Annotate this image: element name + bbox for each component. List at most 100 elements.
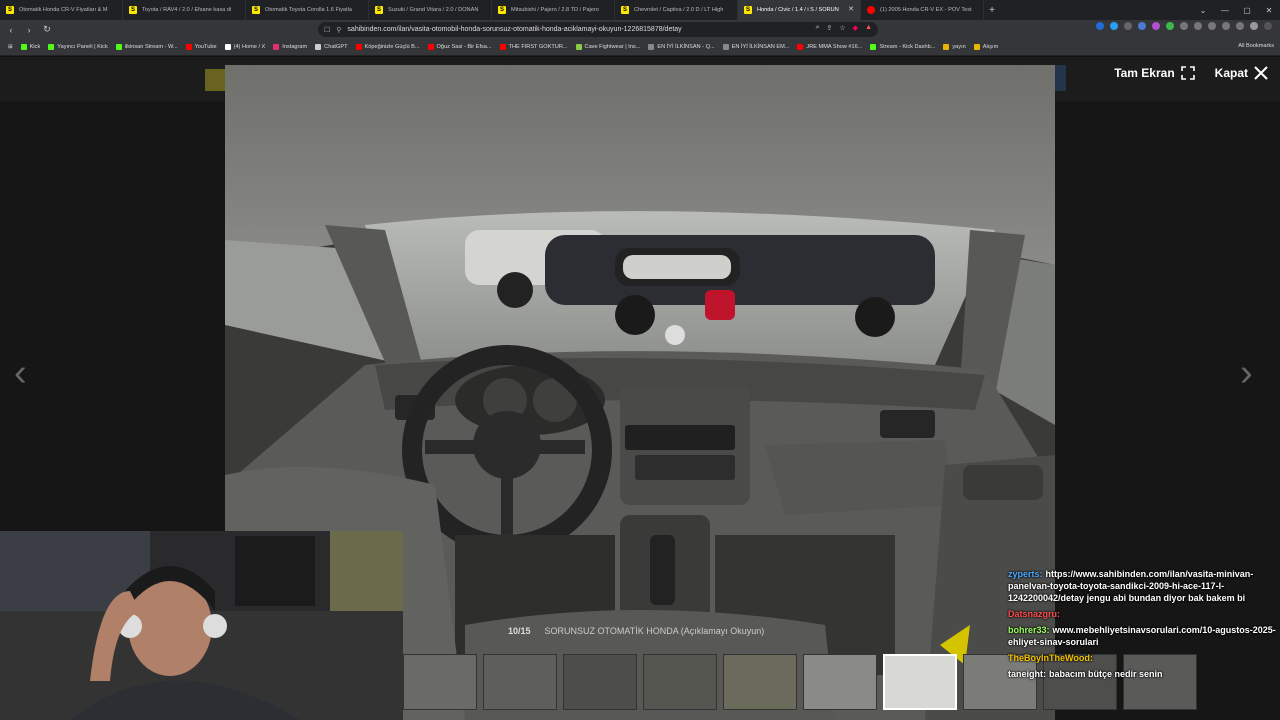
browser-tab[interactable]: S Honda / Civic / 1.4 / i S / SORUN ✕: [738, 0, 861, 20]
back-button[interactable]: ‹: [4, 25, 18, 35]
close-tab-icon[interactable]: ✕: [848, 5, 854, 13]
browser-tab[interactable]: S Suzuki / Grand Vitara / 2.0 / DONAN: [369, 0, 492, 20]
photo-thumbnail[interactable]: [563, 654, 637, 710]
close-icon: [1254, 66, 1268, 80]
sahibinden-icon: S: [498, 6, 506, 14]
fullscreen-label: Tam Ekran: [1114, 66, 1175, 80]
address-bar[interactable]: ☐ ⚲ sahibinden.com/ilan/vasita-otomobil-…: [318, 22, 878, 37]
browser-tab[interactable]: S Otomatik Honda CR-V Fiyatları & M: [0, 0, 123, 20]
bookmark-label: Oğuz Sasi - Bir Efsa...: [436, 44, 492, 50]
extension-icon[interactable]: [1208, 22, 1216, 30]
bookmark-icon: [722, 44, 729, 50]
zoom-icon[interactable]: ⌕: [816, 24, 820, 32]
photo-thumbnail[interactable]: [723, 654, 797, 710]
bookmark-icon: [973, 44, 980, 50]
bookmark-item[interactable]: Oğuz Sasi - Bir Efsa...: [427, 44, 492, 50]
bookmark-item[interactable]: EN İYİ İLKİNSAN - Q...: [648, 44, 715, 50]
tab-title: Chevrolet / Captiva / 2.0 D / LT High: [634, 7, 724, 13]
alert-icon[interactable]: ▲: [865, 24, 872, 32]
bookmark-icon: [315, 44, 322, 50]
menu-icon[interactable]: [1264, 22, 1272, 30]
extension-icon[interactable]: [1110, 22, 1118, 30]
bookmark-icon: [20, 44, 27, 50]
close-lightbox-button[interactable]: Kapat: [1215, 66, 1268, 80]
sahibinden-icon: S: [252, 6, 260, 14]
all-bookmarks-button[interactable]: All Bookmarks: [1238, 43, 1274, 49]
bookmark-item[interactable]: yayın: [943, 44, 966, 50]
share-icon[interactable]: ⇪: [827, 24, 833, 32]
brave-shield-icon[interactable]: ◆: [853, 24, 858, 32]
forward-button[interactable]: ›: [22, 25, 36, 35]
chat-message: bohrer33: www.mebehliyetsinavsorulari.com…: [1005, 622, 1280, 650]
bookmark-item[interactable]: ChatGPT: [315, 44, 348, 50]
photo-thumbnail[interactable]: [803, 654, 877, 710]
url-text: sahibinden.com/ilan/vasita-otomobil-hond…: [347, 26, 682, 33]
window-controls: ⌄ — ▢ ✕: [1192, 0, 1280, 20]
browser-tab[interactable]: S Otomatik Toyota Corolla 1.6 Fiyatla: [246, 0, 369, 20]
sahibinden-icon: S: [621, 6, 629, 14]
bookmark-star-icon[interactable]: ☐: [324, 26, 330, 34]
star-icon[interactable]: ☆: [839, 24, 845, 32]
browser-tab[interactable]: S Chevrolet / Captiva / 2.0 D / LT High: [615, 0, 738, 20]
chat-username: bohrer33:: [1008, 625, 1050, 635]
profile-avatar[interactable]: [1250, 22, 1258, 30]
extension-icon[interactable]: [1152, 22, 1160, 30]
stream-chat: zyperts: https://www.sahibinden.com/ilan/…: [1005, 566, 1280, 682]
tab-search-icon[interactable]: ⌄: [1192, 0, 1214, 20]
extension-icon[interactable]: [1138, 22, 1146, 30]
bookmark-icon: [575, 44, 582, 50]
chat-username: taneight:: [1008, 669, 1046, 679]
photo-thumbnail[interactable]: [643, 654, 717, 710]
photo-thumbnail[interactable]: [883, 654, 957, 710]
browser-tab[interactable]: S Toyota / RAV4 / 2.0 / Efsane kasa di: [123, 0, 246, 20]
tab-strip: S Otomatik Honda CR-V Fiyatları & M S Toyot…: [0, 0, 1280, 20]
bookmark-item[interactable]: Köpeğinizle Güçlü B...: [355, 44, 420, 50]
close-window-button[interactable]: ✕: [1258, 0, 1280, 20]
bookmark-item[interactable]: Alışım: [973, 44, 998, 50]
streamer-webcam: [0, 531, 403, 720]
new-tab-button[interactable]: +: [984, 5, 1000, 16]
minimize-button[interactable]: —: [1214, 0, 1236, 20]
sahibinden-icon: S: [6, 6, 14, 14]
bookmark-item[interactable]: (4) Home / X: [224, 44, 265, 50]
next-photo-arrow[interactable]: ›: [1240, 352, 1253, 395]
fullscreen-button[interactable]: Tam Ekran: [1114, 66, 1195, 80]
browser-tab[interactable]: S Mitsubishi / Pajero / 2.8 TD / Pajero: [492, 0, 615, 20]
photo-thumbnail[interactable]: [403, 654, 477, 710]
bookmark-item[interactable]: Yayıncı Paneli | Kick: [48, 44, 108, 50]
bookmark-item[interactable]: Instagram: [273, 44, 307, 50]
bookmark-item[interactable]: Cave Fightwear | Ins...: [575, 44, 640, 50]
webcam-image: [0, 531, 403, 720]
bookmark-item[interactable]: JRE MMA Show #16...: [797, 44, 862, 50]
bookmark-icon: [355, 44, 362, 50]
extension-icon[interactable]: [1180, 22, 1188, 30]
bookmark-icon: [185, 44, 192, 50]
extension-icon[interactable]: [1124, 22, 1132, 30]
site-info-icon[interactable]: ⚲: [336, 26, 341, 34]
maximize-button[interactable]: ▢: [1236, 0, 1258, 20]
bookmark-icon: [648, 44, 655, 50]
bookmark-item[interactable]: EN İYİ İLKİNSAN EM...: [722, 44, 789, 50]
previous-photo-arrow[interactable]: ‹: [14, 352, 27, 395]
reload-button[interactable]: ↻: [40, 24, 54, 35]
photo-thumbnail[interactable]: [483, 654, 557, 710]
extension-icon[interactable]: [1096, 22, 1104, 30]
bookmark-icon: [870, 44, 877, 50]
bookmark-item[interactable]: ilkinsan Stream - W...: [115, 44, 178, 50]
bookmark-icon: [797, 44, 804, 50]
bookmark-item[interactable]: Stream - Kick Dashb...: [870, 44, 935, 50]
bookmark-item[interactable]: THE FIRST GOKTUR...: [499, 44, 568, 50]
photo-counter: 10/15: [508, 626, 531, 636]
tab-title: Otomatik Honda CR-V Fiyatları & M: [19, 7, 108, 13]
lightbox-controls: Tam Ekran Kapat: [1114, 66, 1268, 80]
extension-icon[interactable]: [1236, 22, 1244, 30]
extension-icon[interactable]: [1166, 22, 1174, 30]
close-label: Kapat: [1214, 66, 1248, 80]
bookmark-item[interactable]: YouTube: [185, 44, 217, 50]
extension-icon[interactable]: [1222, 22, 1230, 30]
bookmark-item[interactable]: Kick: [20, 44, 41, 50]
bookmark-label: Kick: [29, 44, 41, 50]
sahibinden-icon: S: [744, 6, 752, 14]
browser-tab[interactable]: (1) 2005 Honda CR-V EX - POV Test: [861, 0, 984, 20]
extension-icon[interactable]: [1194, 22, 1202, 30]
